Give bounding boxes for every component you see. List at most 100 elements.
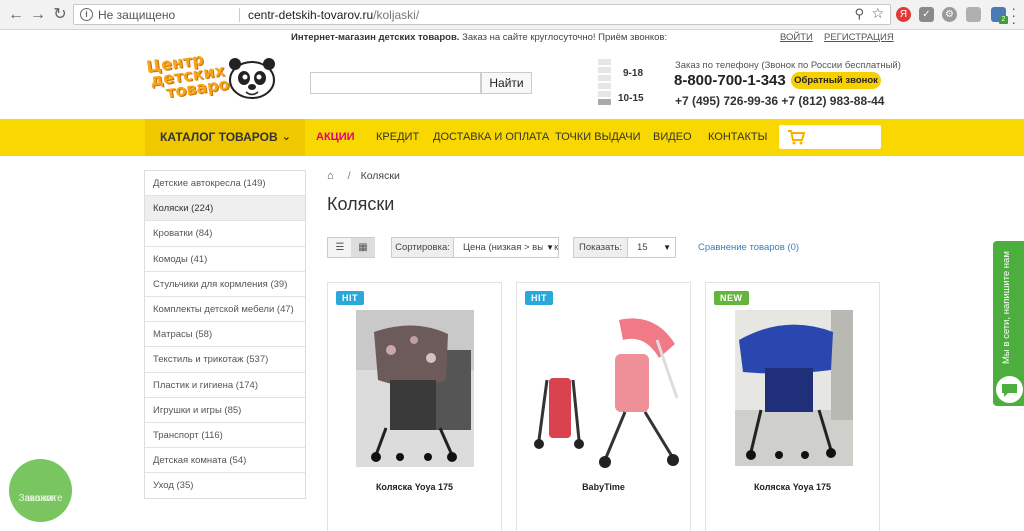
- main-nav: КАТАЛОГ ТОВАРОВ ⌄ АКЦИИ КРЕДИТ ДОСТАВКА …: [0, 119, 1024, 156]
- product-name[interactable]: BabyTime: [517, 482, 690, 492]
- hours-bar: [598, 67, 611, 73]
- chevron-down-icon: ⌄: [281, 131, 291, 143]
- sidebar-item-kids-room[interactable]: Детская комната (54): [145, 448, 305, 474]
- product-image[interactable]: [735, 310, 853, 466]
- product-card[interactable]: HIT BabyTime: [516, 282, 691, 531]
- product-image[interactable]: [527, 310, 685, 470]
- chat-bubble-icon: [996, 376, 1023, 403]
- sidebar-item-transport[interactable]: Транспорт (116): [145, 422, 305, 449]
- sidebar-item-hygiene[interactable]: Пластик и гигиена (174): [145, 372, 305, 398]
- divider: [239, 8, 240, 22]
- nav-item-contacts[interactable]: КОНТАКТЫ: [708, 119, 767, 156]
- address-bar[interactable]: i Не защищено centr-detskih-tovarov.ru/k…: [73, 4, 891, 25]
- shop-name: Интернет-магазин детских товаров.: [291, 32, 460, 43]
- hours-bar: [598, 59, 611, 65]
- top-info-bar: Интернет-магазин детских товаров. Заказ …: [0, 30, 1024, 46]
- sidebar-item-car-seats[interactable]: Детские автокресла (149): [145, 171, 305, 197]
- nav-item-credit[interactable]: КРЕДИТ: [376, 119, 419, 156]
- hit-badge: HIT: [525, 291, 553, 305]
- sidebar-item-cribs[interactable]: Кроватки (84): [145, 221, 305, 247]
- product-name[interactable]: Коляска Yoya 175: [328, 482, 501, 492]
- show-count-select[interactable]: 15 ▼: [627, 237, 676, 258]
- nav-item-promotions[interactable]: АКЦИИ: [316, 119, 355, 156]
- forward-icon[interactable]: →: [28, 5, 48, 25]
- dropdown-arrow-icon: ▼: [543, 238, 554, 257]
- tagline-text: Заказ на сайте круглосуточно! Приём звон…: [462, 32, 668, 43]
- phones-regional: +7 (495) 726-99-36 +7 (812) 983-88-44: [675, 94, 885, 108]
- order-call-label: Закажите звонок: [9, 476, 72, 504]
- browser-menu-icon[interactable]: · · ·: [1011, 1, 1016, 29]
- back-icon[interactable]: ←: [6, 5, 26, 25]
- nav-item-delivery[interactable]: ДОСТАВКА И ОПЛАТА: [433, 119, 549, 156]
- order-call-line-2: звонок: [25, 493, 56, 504]
- new-badge: NEW: [714, 291, 749, 305]
- sidebar-item-furniture-sets[interactable]: Комплекты детской мебели (47): [145, 296, 305, 323]
- extension-badge: 2: [999, 16, 1008, 24]
- cart-icon: [788, 130, 805, 145]
- sidebar-item-textiles[interactable]: Текстиль и трикотаж (537): [145, 347, 305, 373]
- url-path: /koljaski/: [373, 8, 420, 22]
- category-sidebar: Детские автокресла (149) Коляски (224) К…: [144, 170, 306, 500]
- sidebar-item-high-chairs[interactable]: Стульчики для кормления (39): [145, 271, 305, 297]
- cart-button[interactable]: [779, 125, 881, 149]
- phone-main[interactable]: 8-800-700-1-343: [674, 72, 786, 89]
- extension-check-icon[interactable]: ✓: [919, 7, 934, 22]
- sidebar-item-mattresses[interactable]: Матрасы (58): [145, 322, 305, 348]
- sidebar-item-strollers[interactable]: Коляски (224): [145, 196, 305, 222]
- yandex-extension-icon[interactable]: Я: [896, 7, 911, 22]
- sidebar-item-care[interactable]: Уход (35): [145, 473, 305, 499]
- callback-button[interactable]: Обратный звонок: [791, 72, 881, 89]
- hours-bar: [598, 75, 611, 81]
- compare-link[interactable]: Сравнение товаров (0): [698, 242, 799, 253]
- breadcrumb-current: Коляски: [360, 170, 400, 182]
- sort-label: Сортировка:: [391, 237, 454, 258]
- product-card[interactable]: HIT Коляска Yoya 175: [327, 282, 502, 531]
- hours-bar: [598, 99, 611, 105]
- bookmark-star-icon[interactable]: ☆: [871, 5, 884, 22]
- panda-mascot-icon: [229, 58, 275, 99]
- hours-weekend: 10-15: [618, 93, 644, 104]
- tagline: Интернет-магазин детских товаров. Заказ …: [291, 32, 667, 43]
- nav-item-pickup[interactable]: ТОЧКИ ВЫДАЧИ: [555, 119, 640, 156]
- search-button[interactable]: Найти: [481, 72, 532, 94]
- grid-view-icon[interactable]: ▦: [351, 238, 375, 257]
- reload-icon[interactable]: ↻: [50, 5, 70, 25]
- extension-vk-icon[interactable]: 2: [991, 7, 1008, 24]
- zoom-icon[interactable]: ⚲: [854, 6, 864, 22]
- breadcrumb-separator: /: [347, 170, 351, 182]
- phone-note: Заказ по телефону (Звонок по России бесп…: [675, 60, 901, 71]
- search-input[interactable]: [310, 72, 481, 94]
- register-link[interactable]: РЕГИСТРАЦИЯ: [824, 32, 894, 43]
- sidebar-item-dressers[interactable]: Комоды (41): [145, 246, 305, 272]
- sort-select[interactable]: Цена (низкая > высокая) ▼: [453, 237, 559, 258]
- product-image[interactable]: [356, 310, 474, 467]
- page-title: Коляски: [327, 194, 395, 214]
- product-name[interactable]: Коляска Yoya 175: [706, 482, 879, 492]
- extension-gear-icon[interactable]: ⚙: [942, 7, 957, 22]
- catalog-button[interactable]: КАТАЛОГ ТОВАРОВ ⌄: [145, 119, 305, 156]
- list-view-icon[interactable]: ☰: [328, 238, 352, 257]
- hours-bar: [598, 91, 611, 97]
- view-toggle: ☰ ▦: [327, 237, 375, 258]
- nav-item-video[interactable]: ВИДЕО: [653, 119, 692, 156]
- chat-widget[interactable]: Мы в сети, напишите нам: [993, 241, 1024, 406]
- show-label: Показать:: [573, 237, 628, 258]
- security-label[interactable]: Не защищено: [98, 8, 175, 22]
- hours-bar: [598, 83, 611, 89]
- breadcrumb: ⌂ / Коляски: [327, 170, 400, 182]
- catalog-label: КАТАЛОГ ТОВАРОВ: [160, 130, 278, 144]
- product-card[interactable]: NEW Коляска Yoya 175: [705, 282, 880, 531]
- login-link[interactable]: ВОЙТИ: [780, 32, 813, 43]
- sidebar-item-toys[interactable]: Игрушки и игры (85): [145, 397, 305, 423]
- extension-blank-icon[interactable]: [966, 7, 981, 22]
- url-text[interactable]: centr-detskih-tovarov.ru/koljaski/: [248, 8, 419, 22]
- info-icon[interactable]: i: [80, 8, 93, 21]
- hours-weekday: 9-18: [623, 68, 644, 79]
- show-value: 15: [637, 242, 648, 253]
- url-host: centr-detskih-tovarov.ru: [248, 8, 374, 22]
- browser-toolbar: ← → ↻ i Не защищено centr-detskih-tovaro…: [0, 0, 1024, 30]
- hit-badge: HIT: [336, 291, 364, 305]
- site-logo[interactable]: Центр детских товаров: [145, 49, 290, 108]
- home-icon[interactable]: ⌂: [327, 170, 334, 182]
- order-call-button[interactable]: Закажите звонок: [9, 459, 72, 522]
